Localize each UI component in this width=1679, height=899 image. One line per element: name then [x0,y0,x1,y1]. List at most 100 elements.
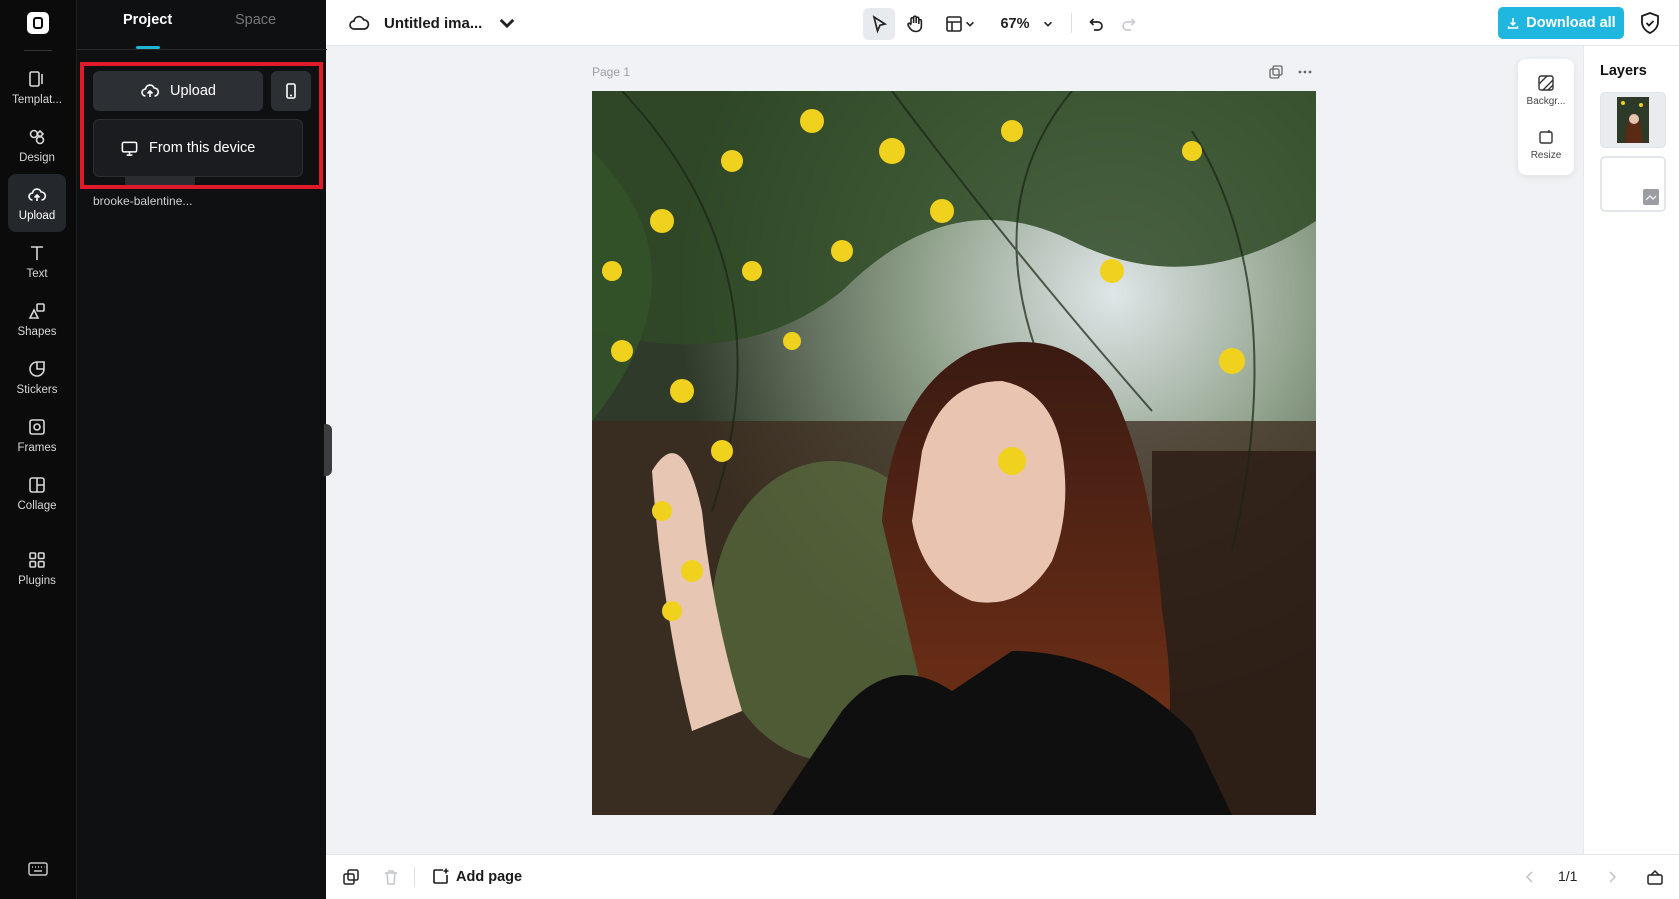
download-icon [1508,18,1519,29]
trash-icon[interactable] [382,868,400,886]
bottombar-divider [414,867,415,887]
tab-space[interactable]: Space [235,12,276,28]
undo-button[interactable] [1080,8,1110,40]
download-all-label: Download all [1526,15,1616,31]
chevron-down-icon [966,21,974,27]
rail-label: Templat... [12,93,62,106]
active-tab-indicator [136,46,160,49]
rail-item-plugins[interactable]: Plugins [8,539,66,597]
rail-label: Upload [18,209,56,222]
chevron-left-icon[interactable] [1521,868,1539,886]
panel-tabs: Project Space [77,0,327,50]
cloud-sync-icon [349,15,370,30]
chevron-right-icon[interactable] [1603,868,1621,886]
rail-item-design[interactable]: Design [8,116,66,174]
zoom-level: 67% [1000,16,1030,32]
layout-icon [946,16,962,32]
rail-label: Collage [17,499,57,512]
bottom-toolbar: Add page 1/1 [326,854,1679,899]
toolbar-divider [1071,13,1072,33]
page-label: Page 1 [592,65,631,79]
tab-project[interactable]: Project [123,12,172,28]
rail-label: Plugins [18,574,56,587]
rail-item-shapes[interactable]: Shapes [8,290,66,348]
background-tool-label: Backgr... [1526,95,1566,107]
add-page-button[interactable]: Add page [431,867,522,886]
upload-button-label: Upload [170,83,216,99]
rail-label: Frames [17,441,57,454]
left-nav-rail: Templat... Design Upload Text Shapes Sti… [0,0,76,899]
hand-tool-button[interactable] [899,8,931,40]
page-counter: 1/1 [1558,868,1578,884]
rail-item-upload[interactable]: Upload [8,174,66,232]
download-all-button[interactable]: Download all [1498,7,1624,39]
document-title: Untitled ima... [384,14,483,32]
layout-menu-button[interactable] [940,8,980,40]
layers-panel: Layers [1583,46,1679,854]
chevron-down-icon [500,18,515,29]
rail-label: Stickers [16,383,58,396]
page-manager-icon[interactable] [1646,868,1664,886]
background-tool-button[interactable]: Backgr... [1518,65,1574,115]
plugins-icon [29,551,45,568]
upload-cloud-icon [141,84,160,97]
redo-button[interactable] [1115,8,1145,40]
select-tool-button[interactable] [863,8,895,40]
rail-label: Text [26,267,48,280]
frames-icon [29,418,45,435]
duplicate-page-icon[interactable] [342,868,360,886]
more-options-icon[interactable] [1297,64,1313,80]
rail-item-collage[interactable]: Collage [8,464,66,522]
rail-item-frames[interactable]: Frames [8,406,66,464]
keyboard-shortcuts-icon[interactable] [27,858,49,880]
layer-photo-thumbnail[interactable] [1600,92,1666,148]
upload-button[interactable]: Upload [93,71,263,111]
rail-item-text[interactable]: Text [8,232,66,290]
chevron-down-icon [1043,21,1052,27]
mobile-phone-icon [286,83,296,99]
rail-label: Design [19,151,55,164]
templates-icon [29,70,43,87]
background-icon [1538,74,1554,91]
upload-panel: Project Space Upload From this device br… [76,0,327,899]
resize-tool-label: Resize [1530,149,1562,161]
photo-woman-yellow-flowers [592,91,1316,815]
from-this-device-option: From this device [149,140,256,156]
upload-source-dropdown[interactable]: From this device [93,119,303,177]
rail-item-templates[interactable]: Templat... [8,58,66,116]
layer-background-thumbnail[interactable] [1600,156,1666,212]
redo-icon [1122,18,1136,31]
shapes-icon [28,302,45,319]
text-icon [31,245,43,260]
duplicate-page-icon[interactable] [1268,64,1284,80]
add-page-label: Add page [456,868,523,885]
upload-cloud-icon [28,187,47,201]
stickers-icon [29,360,45,377]
monitor-icon [121,141,138,156]
rail-divider [24,50,52,51]
add-page-icon [433,868,449,884]
background-layer-icon [1643,189,1659,205]
canvas-artboard-photo[interactable] [592,91,1316,815]
resize-icon [1537,128,1553,144]
upload-from-phone-button[interactable] [271,71,311,111]
zoom-control[interactable]: 67% [992,8,1062,40]
pointer-arrow-icon [872,15,888,34]
top-toolbar: Untitled ima... 67% Download all [326,0,1679,46]
uploaded-file-thumbnail[interactable] [125,177,195,187]
rail-label: Shapes [17,325,57,338]
panel-collapse-handle[interactable] [324,424,332,476]
undo-icon [1089,18,1103,31]
layer-photo-preview [1617,97,1649,143]
design-icon [29,129,45,144]
rail-item-stickers[interactable]: Stickers [8,348,66,406]
app-logo[interactable] [27,12,49,34]
resize-tool-button[interactable]: Resize [1518,119,1574,169]
floating-page-tools: Backgr... Resize [1518,59,1574,175]
collage-icon [29,476,45,493]
uploaded-file-name: brooke-balentine... [93,194,193,208]
layers-title: Layers [1600,63,1647,79]
hand-icon [907,15,923,33]
document-title-area[interactable]: Untitled ima... [348,12,518,34]
shield-check-icon[interactable] [1639,11,1661,35]
